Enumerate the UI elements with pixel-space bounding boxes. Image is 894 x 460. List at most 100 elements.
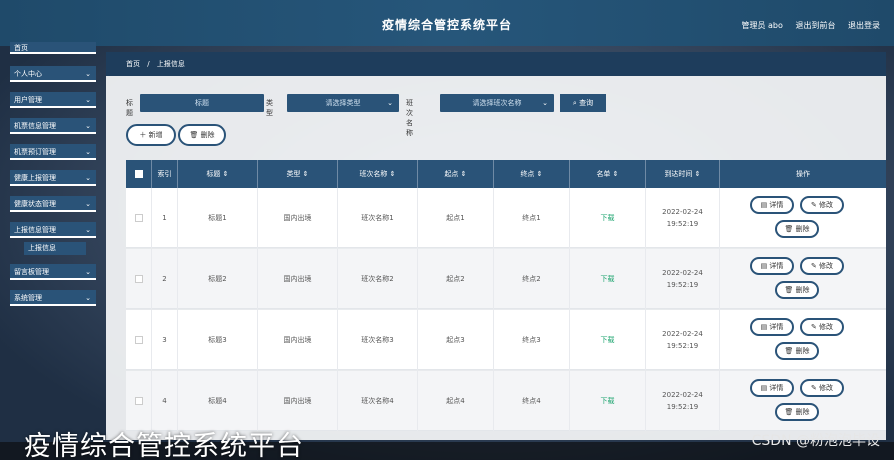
cell-time-value: 2022-02-24 19:52:19	[662, 330, 703, 350]
edit-button[interactable]: ✎ 修改	[800, 196, 844, 214]
cell-list: 下载	[570, 188, 646, 248]
cell-start-value: 起点2	[446, 275, 465, 283]
header-start[interactable]: 起点 ⇕	[418, 160, 494, 188]
cell-title: 标题1	[178, 188, 258, 248]
table-row: 3 标题3 国内出境 班次名称3 起点3 终点3 下载 2022-02-24 19:52:19…	[126, 310, 886, 370]
cell-type: 国内出境	[258, 310, 338, 370]
header-actions: 操作	[796, 170, 810, 178]
edit-button[interactable]: ✎ 修改	[800, 257, 844, 275]
delete-button[interactable]: 🗑 删除	[775, 342, 819, 360]
delete-button[interactable]: 🗑 删除	[775, 403, 819, 421]
header-type[interactable]: 类型 ⇕	[258, 160, 338, 188]
cell-end: 终点3	[494, 310, 570, 370]
top-header: 疫情综合管控系统平台 管理员 abo 退出到前台 退出登录	[0, 0, 894, 46]
header-type-label: 类型	[286, 170, 301, 178]
cell-flight-value: 班次名称2	[361, 275, 394, 283]
chevron-down-icon: ⌄	[387, 99, 393, 107]
sidebar-item-label: 健康上报管理	[14, 174, 56, 182]
cell-list-value[interactable]: 下载	[601, 395, 615, 407]
sidebar-item-health-status[interactable]: 健康状态管理 ⌄	[10, 196, 96, 212]
logout-link[interactable]: 退出登录	[848, 21, 880, 30]
cell-type-value: 国内出境	[283, 336, 312, 344]
sidebar-item-label: 上报信息管理	[14, 226, 56, 234]
header-start-label: 起点	[444, 170, 459, 178]
cell-index-value: 4	[162, 397, 167, 405]
detail-button[interactable]: ▤ 详情	[750, 196, 794, 214]
sidebar-item-label: 机票信息管理	[14, 122, 56, 130]
flight-select[interactable]: 请选择班次名称 ⌄	[440, 94, 554, 112]
row-checkbox[interactable]	[134, 214, 143, 222]
select-all-header[interactable]	[126, 160, 152, 188]
edit-button[interactable]: ✎ 修改	[800, 318, 844, 336]
cell-list-value[interactable]: 下载	[601, 334, 615, 346]
watermark: CSDN @粉泡泡毕设	[751, 433, 880, 449]
row-select-cell	[126, 371, 152, 431]
sidebar-item-user-management[interactable]: 用户管理 ⌄	[10, 92, 96, 108]
add-button[interactable]: ＋ 新增	[126, 124, 176, 146]
title-filter-input[interactable]: 标题	[140, 94, 264, 112]
cell-list: 下载	[570, 249, 646, 309]
delete-button[interactable]: 🗑 删除	[775, 220, 819, 238]
header-end-label: 终点	[520, 170, 535, 178]
sidebar-item-home[interactable]: 首页	[10, 42, 96, 54]
row-checkbox[interactable]	[134, 397, 143, 405]
sidebar-item-personal-center[interactable]: 个人中心 ⌄	[10, 66, 96, 82]
cell-start: 起点2	[418, 249, 494, 309]
cell-flight-value: 班次名称1	[361, 214, 394, 222]
batch-delete-button[interactable]: 🗑 删除	[178, 124, 226, 146]
trash-icon: 🗑	[784, 225, 796, 233]
sidebar-item-health-report[interactable]: 健康上报管理 ⌄	[10, 170, 96, 186]
breadcrumb-home[interactable]: 首页	[126, 60, 140, 68]
row-checkbox[interactable]	[134, 336, 143, 344]
search-button-label: 查询	[579, 99, 594, 107]
edit-button[interactable]: ✎ 修改	[800, 379, 844, 397]
edit-button-label: 修改	[819, 384, 834, 392]
cell-index: 4	[152, 371, 178, 431]
cell-start-value: 起点4	[446, 397, 465, 405]
sidebar-item-label: 留言板管理	[14, 268, 49, 276]
header-title[interactable]: 标题 ⇕	[178, 160, 258, 188]
cell-index: 2	[152, 249, 178, 309]
detail-button[interactable]: ▤ 详情	[750, 318, 794, 336]
row-select-cell	[126, 310, 152, 370]
back-to-front-link[interactable]: 退出到前台	[795, 21, 835, 30]
cell-type-value: 国内出境	[283, 214, 312, 222]
sidebar-subitem-report-info[interactable]: 上报信息	[24, 242, 86, 255]
sidebar-item-message-board[interactable]: 留言板管理 ⌄	[10, 264, 96, 280]
detail-button[interactable]: ▤ 详情	[750, 379, 794, 397]
row-checkbox[interactable]	[134, 275, 143, 283]
cell-title-value: 标题2	[208, 275, 227, 283]
sidebar-item-ticket-booking[interactable]: 机票预订管理 ⌄	[10, 144, 96, 160]
sidebar-item-label: 系统管理	[14, 294, 42, 302]
header-list[interactable]: 名单 ⇕	[570, 160, 646, 188]
table-row: 4 标题4 国内出境 班次名称4 起点4 终点4 下载 2022-02-24 19:52:19…	[126, 371, 886, 431]
sidebar-item-label: 用户管理	[14, 96, 42, 104]
cell-start: 起点4	[418, 371, 494, 431]
cell-index-value: 2	[162, 275, 167, 283]
cell-title: 标题2	[178, 249, 258, 309]
detail-button[interactable]: ▤ 详情	[750, 257, 794, 275]
header-index: 索引	[152, 160, 178, 188]
cell-index: 3	[152, 310, 178, 370]
sidebar-item-system[interactable]: 系统管理 ⌄	[10, 290, 96, 306]
edit-button-label: 修改	[819, 323, 834, 331]
header-flight[interactable]: 班次名称 ⇕	[338, 160, 418, 188]
chevron-down-icon: ⌄	[85, 70, 91, 78]
header-end[interactable]: 终点 ⇕	[494, 160, 570, 188]
sidebar-item-report-info[interactable]: 上报信息管理 ⌄	[10, 222, 96, 238]
sort-icon: ⇕	[302, 170, 309, 178]
chevron-down-icon: ⌄	[85, 226, 91, 234]
row-select-cell	[126, 188, 152, 248]
header-time[interactable]: 到达时间 ⇕	[646, 160, 720, 188]
select-all-checkbox[interactable]	[134, 170, 143, 178]
admin-label: 管理员 abo	[741, 21, 783, 30]
delete-button[interactable]: 🗑 删除	[775, 281, 819, 299]
cell-list-value[interactable]: 下载	[601, 212, 615, 224]
cell-flight-value: 班次名称4	[361, 397, 394, 405]
sidebar-item-ticket-info[interactable]: 机票信息管理 ⌄	[10, 118, 96, 134]
cell-flight: 班次名称1	[338, 188, 418, 248]
cell-end-value: 终点1	[522, 214, 541, 222]
search-button[interactable]: ⌕ 查询	[560, 94, 606, 112]
cell-list-value[interactable]: 下载	[601, 273, 615, 285]
type-select[interactable]: 请选择类型 ⌄	[287, 94, 399, 112]
